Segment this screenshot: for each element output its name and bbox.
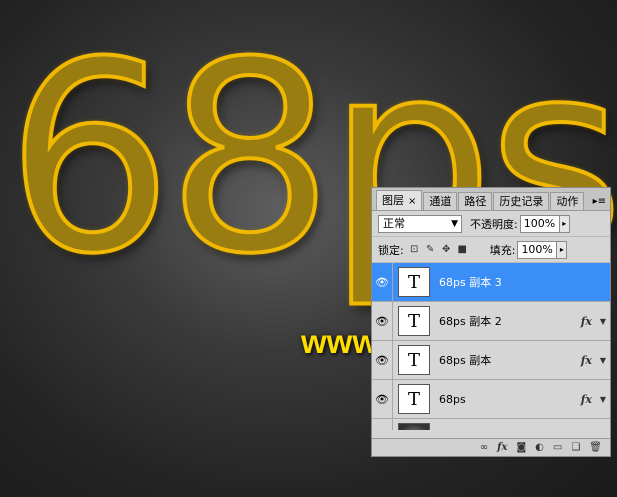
tab-history[interactable]: 历史记录 [493, 192, 550, 210]
layer-row[interactable]: 👁 T 68ps 副本 fx ▼ [372, 341, 610, 380]
trash-icon[interactable]: 🗑 [589, 442, 602, 453]
background-layer-thumbnail [398, 423, 430, 430]
lock-transparent-icon[interactable]: ⊡ [409, 244, 420, 255]
layer-row[interactable]: 👁 T 68ps 副本 3 [372, 263, 610, 302]
panel-menu-icon[interactable]: ▸≡ [593, 196, 606, 207]
tab-actions[interactable]: 动作 [550, 192, 585, 210]
opacity-stepper[interactable]: ▸ [559, 214, 570, 233]
fill-input[interactable]: 100% [517, 240, 558, 259]
expand-arrow-icon[interactable]: ▼ [600, 356, 606, 365]
lock-brush-icon[interactable]: ✎ [425, 244, 436, 255]
panel-bottom-bar: ∞ fx ◙ ◐ ▭ ❏ 🗑 [372, 438, 610, 456]
chevron-down-icon: ▼ [451, 218, 458, 229]
add-mask-icon[interactable]: ◙ [516, 442, 526, 453]
lock-move-icon[interactable]: ✥ [441, 244, 452, 255]
layer-name: 68ps 副本 [439, 354, 492, 367]
tab-layers-label: 图层 [382, 194, 404, 207]
lock-row: 锁定: ⊡ ✎ ✥ ■ 填充: 100% ▸ [372, 237, 610, 263]
fill-label: 填充: [489, 243, 516, 257]
text-layer-thumbnail: T [398, 267, 430, 297]
layer-name: 68ps 副本 3 [439, 276, 502, 289]
eye-icon[interactable]: 👁 [372, 380, 393, 418]
opacity-input[interactable]: 100% [519, 214, 560, 233]
expand-arrow-icon[interactable]: ▼ [600, 395, 606, 404]
adjustment-layer-icon[interactable]: ◐ [535, 442, 544, 453]
fx-icon[interactable]: fx [581, 393, 592, 406]
panel-tabs: 图层 × 通道 路径 历史记录 动作 ▸≡ [372, 188, 610, 211]
tab-layers[interactable]: 图层 × [376, 190, 423, 210]
lock-label: 锁定: [378, 243, 404, 257]
layer-name: 68ps [439, 392, 466, 406]
fx-icon[interactable]: fx [581, 354, 592, 367]
tab-channels[interactable]: 通道 [423, 192, 458, 210]
layer-row[interactable]: 👁 T 68ps 副本 2 fx ▼ [372, 302, 610, 341]
text-layer-thumbnail: T [398, 384, 430, 414]
tab-paths[interactable]: 路径 [458, 192, 493, 210]
layers-panel: 图层 × 通道 路径 历史记录 动作 ▸≡ 正常 ▼ 不透明度: 100% ▸ 锁… [371, 187, 611, 457]
expand-arrow-icon[interactable]: ▼ [600, 317, 606, 326]
blend-mode-select[interactable]: 正常 ▼ [378, 214, 462, 233]
link-layers-icon[interactable]: ∞ [480, 442, 488, 453]
tab-actions-label: 动作 [556, 195, 579, 208]
close-icon[interactable]: × [408, 196, 416, 207]
fill-stepper[interactable]: ▸ [557, 240, 568, 259]
blend-row: 正常 ▼ 不透明度: 100% ▸ [372, 211, 610, 237]
opacity-label: 不透明度: [470, 217, 518, 231]
text-layer-thumbnail: T [398, 306, 430, 336]
eye-icon[interactable]: 👁 [372, 419, 393, 430]
layer-row[interactable]: 👁 背景 🔒 [372, 419, 610, 430]
eye-icon[interactable]: 👁 [372, 302, 393, 340]
fx-icon[interactable]: fx [581, 315, 592, 328]
tab-history-label: 历史记录 [499, 195, 544, 208]
blend-mode-value: 正常 [383, 216, 405, 230]
tab-paths-label: 路径 [464, 195, 487, 208]
layer-row[interactable]: 👁 T 68ps fx ▼ [372, 380, 610, 419]
text-layer-thumbnail: T [398, 345, 430, 375]
eye-icon[interactable]: 👁 [372, 263, 393, 301]
eye-icon[interactable]: 👁 [372, 341, 393, 379]
new-group-icon[interactable]: ▭ [553, 442, 562, 453]
add-style-icon[interactable]: fx [497, 442, 507, 453]
layers-list: 👁 T 68ps 副本 3 👁 T 68ps 副本 2 fx ▼ 👁 T 68p… [372, 263, 610, 430]
lock-all-icon[interactable]: ■ [457, 244, 468, 255]
layer-name: 68ps 副本 2 [439, 315, 502, 328]
new-layer-icon[interactable]: ❏ [571, 442, 580, 453]
tab-channels-label: 通道 [429, 195, 452, 208]
